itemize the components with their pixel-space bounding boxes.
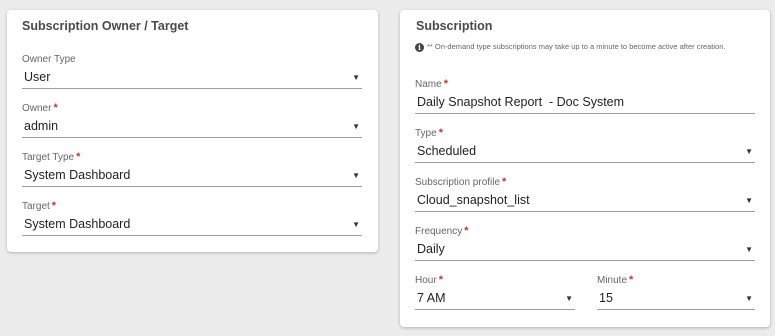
chevron-down-icon: ▼ [352,122,360,131]
hour-field: Hour * 7 AM ▼ [415,274,575,310]
hour-select[interactable]: 7 AM ▼ [415,290,575,310]
type-field: Type * Scheduled ▼ [415,127,755,163]
target-type-value: System Dashboard [24,168,131,182]
target-select[interactable]: System Dashboard ▼ [22,216,362,236]
required-marker: * [464,225,469,237]
frequency-select[interactable]: Daily ▼ [415,241,755,261]
name-input-value: Daily Snapshot Report - Doc System [417,95,625,109]
owner-type-select[interactable]: User ▼ [22,69,362,89]
owner-label: Owner * [22,102,58,114]
type-label: Type * [415,127,443,139]
owner-type-value: User [24,70,51,84]
chevron-down-icon: ▼ [745,294,753,303]
name-field: Name * Daily Snapshot Report - Doc System [415,78,755,114]
profile-field: Subscription profile * Cloud_snapshot_lis… [415,176,755,212]
owner-type-field: Owner Type User ▼ [22,53,362,89]
target-type-select[interactable]: System Dashboard ▼ [22,167,362,187]
chevron-down-icon: ▼ [745,245,753,254]
target-label: Target * [22,200,57,212]
chevron-down-icon: ▼ [352,73,360,82]
owner-value: admin [24,119,59,133]
required-marker: * [629,274,634,286]
chevron-down-icon: ▼ [565,294,573,303]
target-type-field: Target Type * System Dashboard ▼ [22,151,362,187]
required-marker: * [76,151,81,163]
required-marker: * [443,78,448,90]
profile-value: Cloud_snapshot_list [417,193,530,207]
frequency-label: Frequency * [415,225,469,237]
profile-select[interactable]: Cloud_snapshot_list ▼ [415,192,755,212]
target-value: System Dashboard [24,217,131,231]
profile-label: Subscription profile * [415,176,507,188]
chevron-down-icon: ▼ [352,220,360,229]
name-input[interactable]: Daily Snapshot Report - Doc System [415,94,755,114]
owner-type-label: Owner Type [22,54,76,65]
type-value: Scheduled [417,144,477,158]
frequency-field: Frequency * Daily ▼ [415,225,755,261]
on-demand-note: i ** On-demand type subscriptions may tak… [415,42,745,52]
minute-select[interactable]: 15 ▼ [597,290,755,310]
hour-label: Hour * [415,274,443,286]
minute-value: 15 [599,291,613,305]
required-marker: * [502,176,507,188]
owner-field: Owner * admin ▼ [22,102,362,138]
target-field: Target * System Dashboard ▼ [22,200,362,236]
required-marker: * [438,127,443,139]
target-type-label: Target Type * [22,151,81,163]
minute-field: Minute * 15 ▼ [597,274,755,310]
type-select[interactable]: Scheduled ▼ [415,143,755,163]
owner-target-card: Subscription Owner / Target Owner Type U… [7,10,378,252]
minute-label: Minute * [597,274,634,286]
chevron-down-icon: ▼ [745,147,753,156]
frequency-value: Daily [417,242,445,256]
chevron-down-icon: ▼ [745,196,753,205]
required-marker: * [53,102,58,114]
chevron-down-icon: ▼ [352,171,360,180]
owner-select[interactable]: admin ▼ [22,118,362,138]
hour-value: 7 AM [417,291,446,305]
on-demand-note-text: ** On-demand type subscriptions may take… [427,42,726,51]
required-marker: * [438,274,443,286]
owner-target-card-title: Subscription Owner / Target [22,19,189,33]
required-marker: * [51,200,57,212]
subscription-card-title: Subscription [416,19,493,33]
name-label: Name * [415,78,448,90]
info-icon: i [415,43,424,52]
subscription-card: Subscription i ** On-demand type subscrip… [400,10,770,327]
